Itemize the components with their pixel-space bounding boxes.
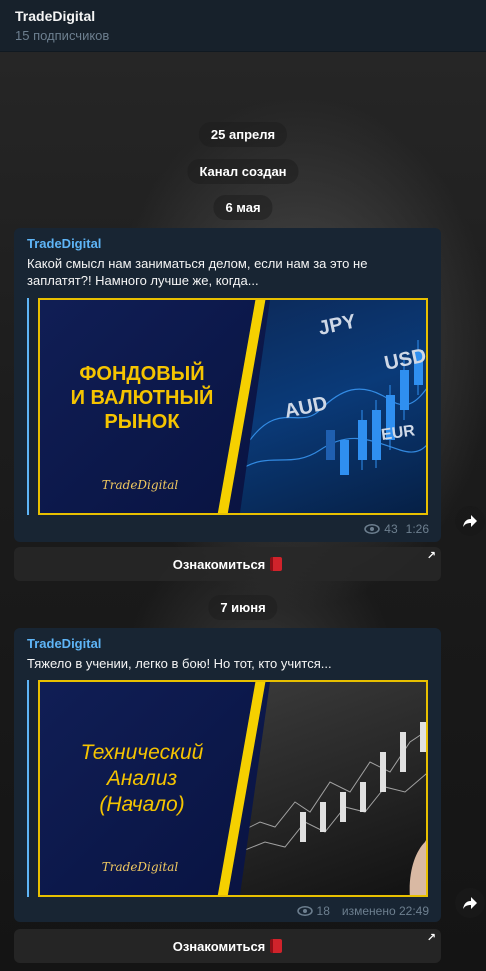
forward-button[interactable]: [455, 506, 485, 536]
date-separator: 6 мая: [213, 195, 273, 220]
channel-post[interactable]: TradeDigital Какой смысл нам заниматься …: [14, 228, 441, 542]
view-count: 18: [316, 904, 330, 918]
post-image[interactable]: JPY USD AUD EUR ФОНДОВЫЙ И ВАЛЮТНЫЙ РЫНО…: [27, 298, 428, 515]
eye-icon: [296, 906, 313, 916]
post-author[interactable]: TradeDigital: [27, 236, 428, 251]
eye-icon: [364, 524, 381, 534]
external-link-icon: ↗: [426, 550, 436, 562]
post-text: Тяжело в учении, легко в бою! Но тот, кт…: [27, 656, 332, 671]
forward-button[interactable]: [455, 888, 485, 918]
external-link-icon: ↗: [426, 932, 436, 944]
read-more-button[interactable]: Ознакомиться ↗: [14, 547, 441, 581]
subscriber-count: 15 подписчиков: [15, 28, 110, 43]
date-separator: 25 апреля: [198, 122, 288, 147]
post-author[interactable]: TradeDigital: [27, 636, 428, 651]
post-time: изменено 22:49: [341, 904, 429, 918]
brand-logo: TradeDigital: [101, 478, 179, 492]
currency-jpy: JPY: [316, 310, 358, 340]
book-icon: [270, 939, 283, 953]
read-more-button[interactable]: Ознакомиться ↗: [14, 929, 441, 963]
banner-image: JPY USD AUD EUR ФОНДОВЫЙ И ВАЛЮТНЫЙ РЫНО…: [38, 298, 428, 515]
post-time: 1:26: [405, 522, 429, 536]
channel-created-notice: Канал создан: [187, 159, 299, 184]
forward-arrow-icon: [463, 515, 477, 527]
book-icon: [270, 557, 283, 571]
view-count: 43: [384, 522, 398, 536]
channel-header[interactable]: TradeDigital 15 подписчиков: [0, 0, 486, 52]
date-separator: 7 июня: [208, 595, 278, 620]
banner-image: Технический Анализ (Начало) TradeDigital: [38, 680, 428, 897]
banner-title: ФОНДОВЫЙ И ВАЛЮТНЫЙ РЫНОК: [70, 363, 214, 433]
currency-aud: AUD: [282, 392, 329, 423]
post-meta: 43 1:26: [364, 522, 429, 536]
post-meta: 18 изменено 22:49: [296, 904, 429, 918]
currency-eur: EUR: [380, 422, 416, 444]
channel-post[interactable]: TradeDigital Тяжело в учении, легко в бо…: [14, 628, 441, 922]
forward-arrow-icon: [463, 897, 477, 909]
brand-logo: TradeDigital: [101, 860, 179, 874]
post-image[interactable]: Технический Анализ (Начало) TradeDigital: [27, 680, 428, 897]
banner-title: Технический Анализ (Начало): [80, 741, 204, 816]
channel-title: TradeDigital: [15, 8, 96, 24]
post-text: Какой смысл нам заниматься делом, если н…: [27, 256, 368, 288]
